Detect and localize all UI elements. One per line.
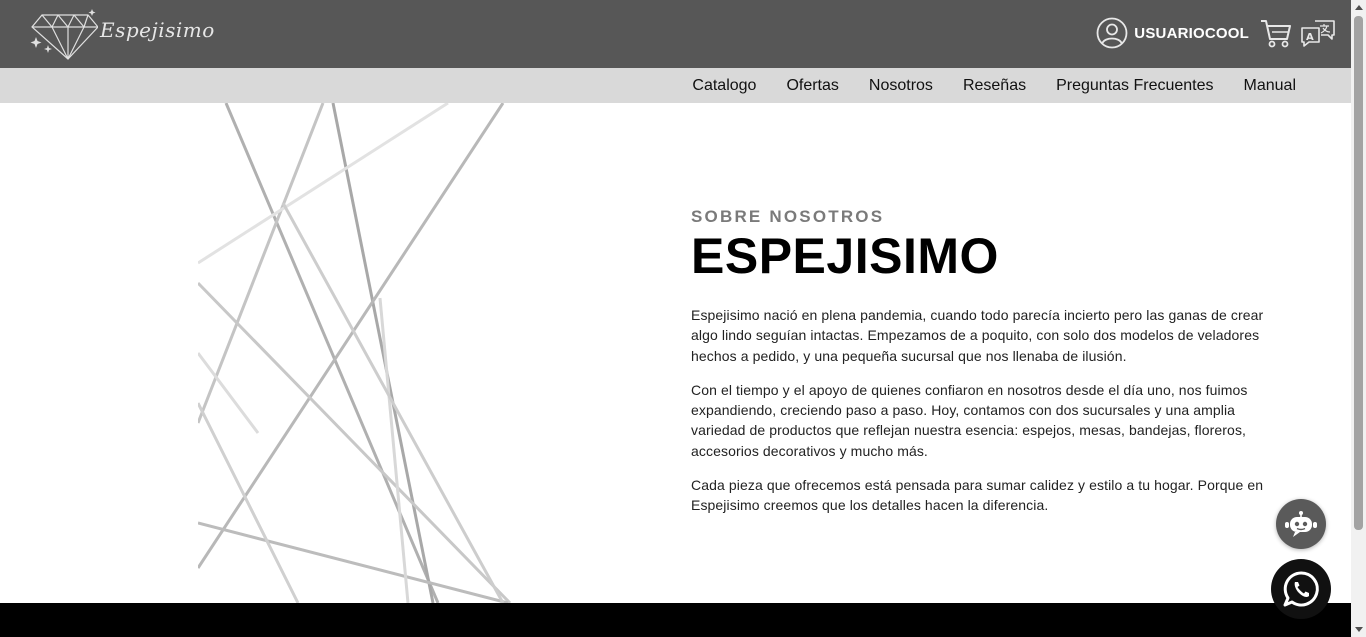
whatsapp-icon xyxy=(1283,571,1319,607)
nav-item-resenas[interactable]: Reseñas xyxy=(963,77,1026,95)
brand-logo[interactable]: Espejisimo xyxy=(28,6,214,62)
nav-item-preguntas-frecuentes[interactable]: Preguntas Frecuentes xyxy=(1056,77,1213,95)
scroll-down-arrow-icon[interactable] xyxy=(1351,622,1366,637)
whatsapp-button[interactable] xyxy=(1271,559,1331,619)
username-label[interactable]: USUARIOCOOL xyxy=(1134,25,1249,42)
cart-icon[interactable] xyxy=(1259,17,1293,49)
nav-item-ofertas[interactable]: Ofertas xyxy=(786,77,838,95)
user-area: USUARIOCOOL A xyxy=(1096,14,1337,52)
translate-icon[interactable]: A xyxy=(1299,18,1337,48)
scroll-up-arrow-icon[interactable] xyxy=(1351,0,1366,15)
vertical-scrollbar[interactable] xyxy=(1351,0,1366,637)
top-header: Espejisimo USUARIOCOOL A xyxy=(0,0,1351,68)
about-section: SOBRE NOSOTROS ESPEJISIMO Espejisimo nac… xyxy=(0,103,1351,603)
svg-text:A: A xyxy=(1306,32,1314,43)
nav-item-catalogo[interactable]: Catalogo xyxy=(692,77,756,95)
page: Espejisimo USUARIOCOOL A Catalogo Oferta… xyxy=(0,0,1366,637)
main-nav: Catalogo Ofertas Nosotros Reseñas Pregun… xyxy=(0,68,1351,103)
decorative-lines-image xyxy=(198,103,512,603)
nav-list: Catalogo Ofertas Nosotros Reseñas Pregun… xyxy=(692,68,1296,103)
logo-text: Espejisimo xyxy=(100,18,215,42)
scroll-thumb[interactable] xyxy=(1354,16,1363,530)
about-content: SOBRE NOSOTROS ESPEJISIMO Espejisimo nac… xyxy=(691,207,1271,516)
footer-strip xyxy=(0,603,1351,637)
about-paragraph-3: Cada pieza que ofrecemos está pensada pa… xyxy=(691,477,1264,514)
diamond-logo-icon xyxy=(30,9,98,60)
nav-item-manual[interactable]: Manual xyxy=(1244,77,1296,95)
user-circle-icon[interactable] xyxy=(1096,17,1128,49)
page-title: ESPEJISIMO xyxy=(691,228,999,284)
robot-icon xyxy=(1285,511,1317,537)
section-eyebrow: SOBRE NOSOTROS xyxy=(691,207,885,226)
nav-item-nosotros[interactable]: Nosotros xyxy=(869,77,933,95)
about-paragraph-1: Espejisimo nació en plena pandemia, cuan… xyxy=(691,307,1264,364)
chatbot-button[interactable] xyxy=(1276,499,1326,549)
about-paragraph-2: Con el tiempo y el apoyo de quienes conf… xyxy=(691,381,1248,459)
